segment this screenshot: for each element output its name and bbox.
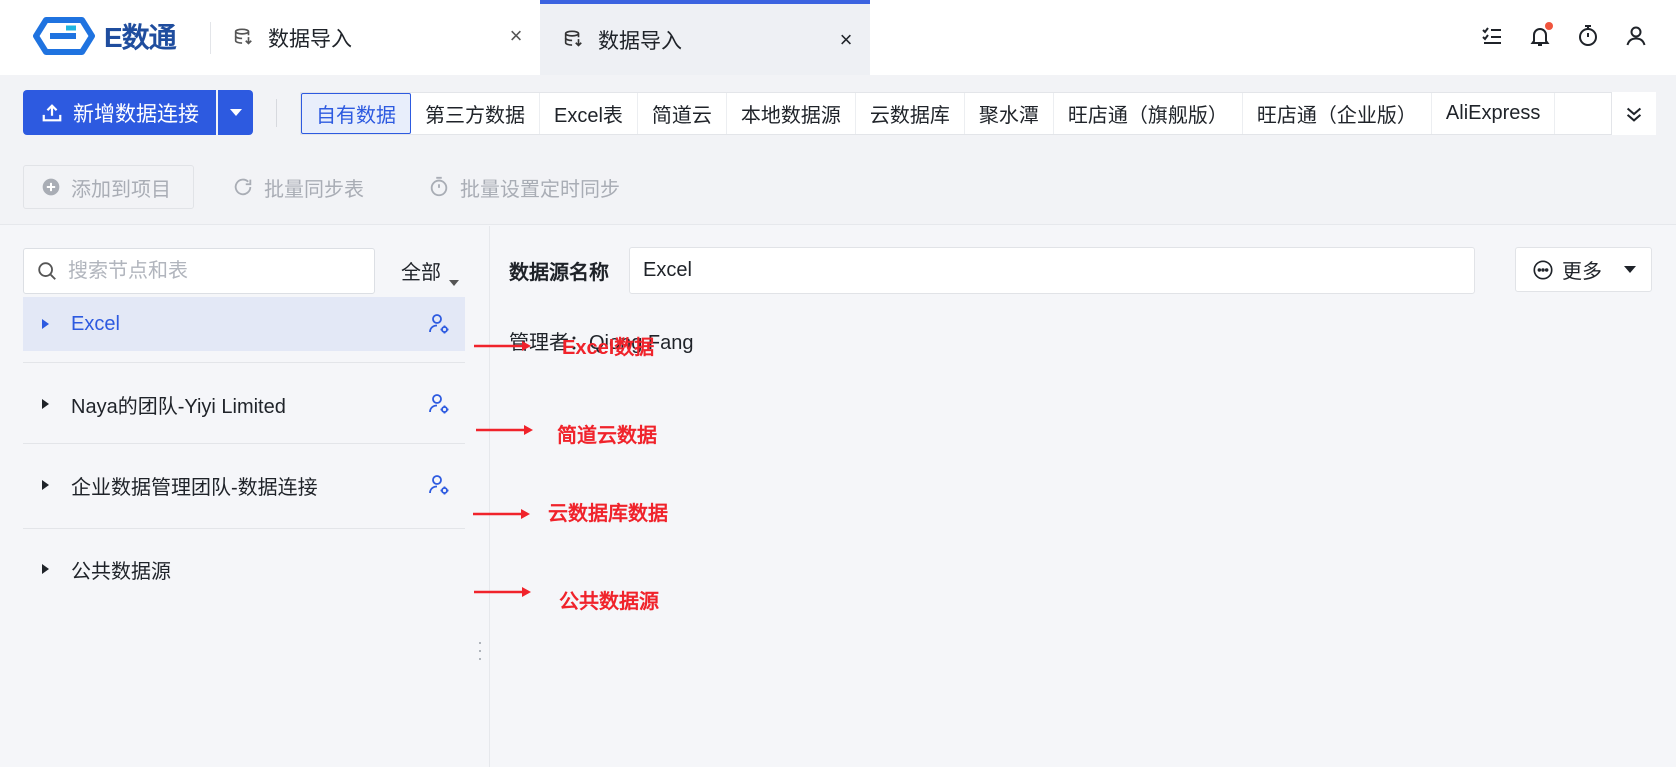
refresh-icon: [234, 178, 252, 196]
expand-arrow-icon[interactable]: [42, 480, 49, 490]
new-connection-label: 新增数据连接: [73, 102, 199, 126]
search-box[interactable]: [23, 248, 375, 294]
source-tab-excel[interactable]: Excel表: [540, 93, 638, 134]
upload-icon: [42, 103, 62, 121]
bell-icon[interactable]: [1528, 22, 1553, 48]
new-connection-dropdown[interactable]: [218, 90, 253, 135]
source-tab-local[interactable]: 本地数据源: [727, 93, 856, 134]
batch-sync-button[interactable]: 批量同步表: [232, 165, 364, 209]
source-tab-wdt-enterprise[interactable]: 旺店通（企业版）: [1243, 93, 1432, 134]
source-tree-panel: 全部 Excel Naya的团队-Yiyi Limited 企业数据管理团队-数…: [0, 226, 490, 767]
datasource-name-label: 数据源名称: [509, 262, 609, 284]
tree-node-label: Excel: [71, 312, 120, 335]
database-icon: [564, 29, 582, 47]
add-to-project-label: 添加到项目: [71, 178, 171, 201]
annotation-arrow-icon: [474, 587, 531, 597]
tree-node-enterprise-team[interactable]: 企业数据管理团队-数据连接: [23, 458, 465, 512]
divider: [23, 443, 465, 444]
annotation-label: 云数据库数据: [548, 503, 668, 525]
database-icon: [234, 27, 252, 45]
caret-down-icon: [1624, 266, 1636, 273]
source-tab-cloud-db[interactable]: 云数据库: [856, 93, 965, 134]
tab-label: 数据导入: [268, 27, 352, 51]
source-tab-jiandaoyun[interactable]: 简道云: [638, 93, 727, 134]
logo-icon: [33, 17, 95, 55]
user-icon[interactable]: [1624, 24, 1648, 48]
divider: [276, 99, 277, 127]
annotation-label: 公共数据源: [559, 591, 659, 613]
datasource-name-field[interactable]: Excel: [629, 247, 1475, 294]
source-tab-third-party[interactable]: 第三方数据: [411, 93, 540, 134]
search-input[interactable]: [68, 259, 348, 283]
batch-sync-label: 批量同步表: [264, 178, 364, 201]
annotation-arrow-icon: [473, 509, 530, 519]
tab-data-import-1[interactable]: 数据导入 ×: [210, 0, 540, 75]
batch-schedule-button[interactable]: 批量设置定时同步: [428, 165, 620, 209]
more-circle-icon: [1533, 259, 1553, 280]
tree-node-label: Naya的团队-Yiyi Limited: [71, 395, 286, 418]
caret-down-icon: [229, 109, 242, 116]
caret-down-icon[interactable]: [449, 280, 459, 286]
source-tab-wdt-flagship[interactable]: 旺店通（旗舰版）: [1054, 93, 1243, 134]
annotation-label: Excel数据: [562, 337, 655, 359]
annotation-label: 简道云数据: [557, 425, 657, 447]
toolbar: 新增数据连接 自有数据 第三方数据 Excel表 简道云 本地数据源 云数据库 …: [0, 75, 1676, 225]
double-chevron-down-icon: [1626, 107, 1642, 122]
annotation-arrow-icon: [476, 425, 533, 435]
source-tab-own[interactable]: 自有数据: [301, 93, 411, 134]
annotation-arrow-icon: [474, 341, 531, 351]
tree-node-public[interactable]: 公共数据源: [23, 542, 465, 596]
tab-label: 数据导入: [598, 29, 682, 53]
plus-circle-icon: [42, 178, 60, 196]
stopwatch-icon: [430, 176, 448, 197]
user-settings-icon[interactable]: [427, 312, 451, 336]
logo[interactable]: E数通: [32, 16, 177, 56]
tab-data-import-2[interactable]: 数据导入 ×: [540, 0, 870, 75]
tree-node-naya-team[interactable]: Naya的团队-Yiyi Limited: [23, 377, 465, 431]
search-icon: [38, 262, 56, 280]
tree-node-label: 公共数据源: [71, 560, 171, 583]
source-tabs: 自有数据 第三方数据 Excel表 简道云 本地数据源 云数据库 聚水潭 旺店通…: [300, 92, 1612, 135]
logo-text: E数通: [104, 22, 177, 53]
expand-tabs-button[interactable]: [1612, 92, 1656, 135]
add-to-project-button[interactable]: 添加到项目: [23, 165, 194, 209]
close-icon[interactable]: ×: [836, 29, 856, 51]
detail-panel: 数据源名称 Excel 更多 管理者：Qiong Fang: [491, 226, 1676, 767]
expand-arrow-icon[interactable]: [42, 399, 49, 409]
user-settings-icon[interactable]: [427, 473, 451, 497]
notification-badge: [1545, 22, 1553, 30]
expand-arrow-icon[interactable]: [42, 319, 49, 329]
batch-schedule-label: 批量设置定时同步: [460, 178, 620, 201]
new-connection-button[interactable]: 新增数据连接: [23, 90, 216, 135]
task-list-icon[interactable]: [1480, 24, 1504, 48]
user-settings-icon[interactable]: [427, 392, 451, 416]
divider: [23, 528, 465, 529]
source-tab-aliexpress[interactable]: AliExpress: [1432, 93, 1556, 134]
timer-icon[interactable]: [1576, 24, 1600, 48]
expand-arrow-icon[interactable]: [42, 564, 49, 574]
source-tab-jushuitan[interactable]: 聚水潭: [965, 93, 1054, 134]
more-button[interactable]: 更多: [1515, 247, 1652, 292]
panel-resize-handle[interactable]: [478, 642, 482, 660]
more-label: 更多: [1562, 261, 1602, 283]
close-icon[interactable]: ×: [506, 25, 526, 47]
tree-node-excel[interactable]: Excel: [23, 297, 465, 351]
divider: [23, 362, 465, 363]
filter-dropdown[interactable]: 全部: [401, 256, 441, 285]
top-bar: E数通 数据导入 × 数据导入 ×: [0, 0, 1676, 75]
tree-node-label: 企业数据管理团队-数据连接: [71, 476, 318, 499]
header-icons: [1480, 22, 1648, 48]
